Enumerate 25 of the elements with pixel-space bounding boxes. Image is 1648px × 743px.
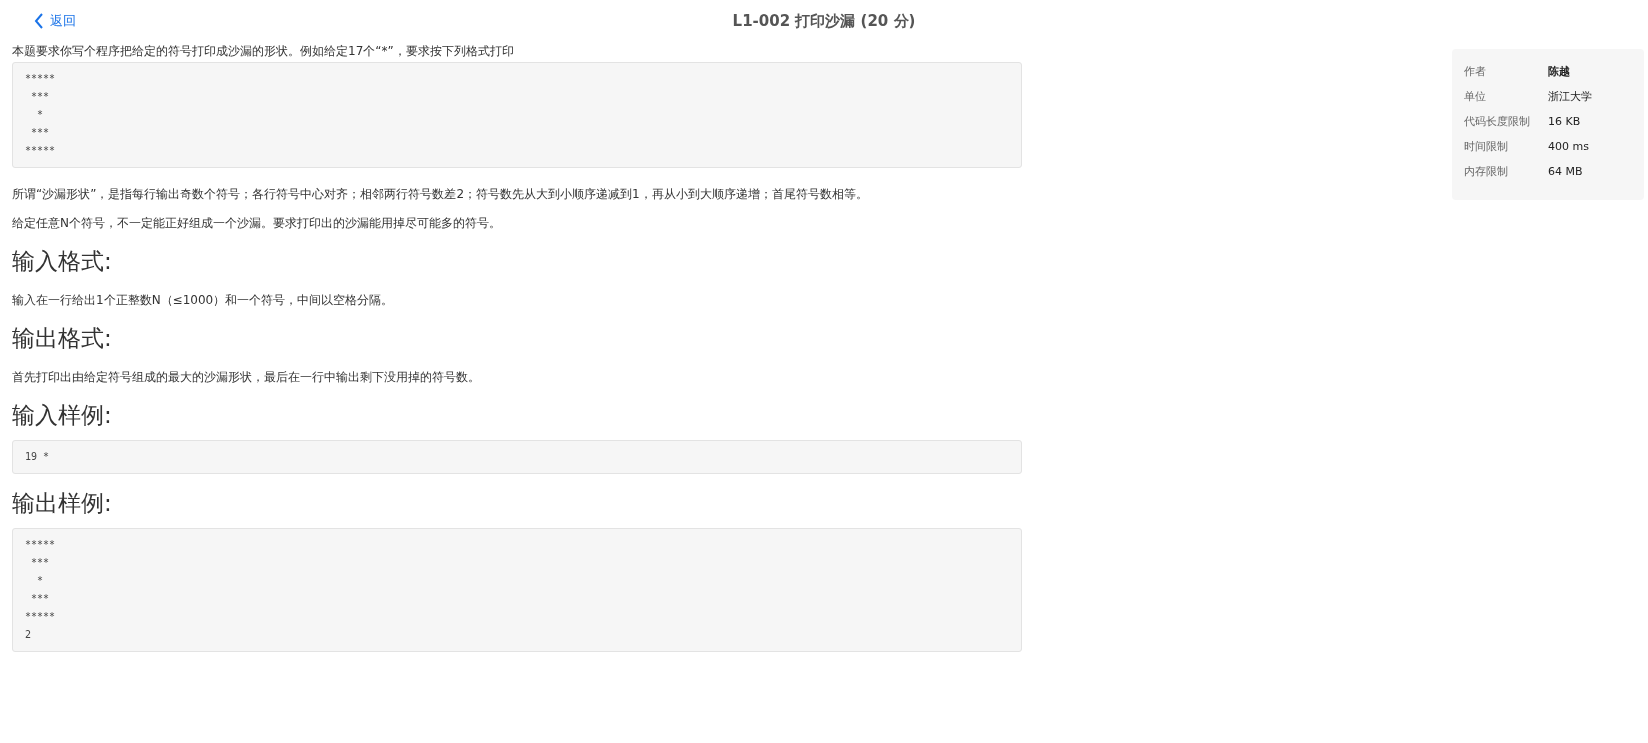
info-value: 浙江大学 xyxy=(1548,89,1592,105)
section-heading: 输入样例: xyxy=(12,401,113,430)
code-block: 19 * xyxy=(12,440,1022,474)
info-label: 单位 xyxy=(1464,89,1487,105)
code-block: ***** *** * *** ***** 2 xyxy=(12,528,1022,652)
paragraph: 首先打印出由给定符号组成的最大的沙漏形状，最后在一行中输出剩下没用掉的符号数。 xyxy=(12,369,481,386)
info-value: 16 KB xyxy=(1548,114,1581,130)
section-heading: 输入格式: xyxy=(12,247,113,276)
info-value: 64 MB xyxy=(1548,164,1583,180)
paragraph: 给定任意N个符号，不一定能正好组成一个沙漏。要求打印出的沙漏能用掉尽可能多的符号。 xyxy=(12,215,502,232)
chevron-left-icon xyxy=(34,13,44,29)
paragraph: 所谓“沙漏形状”，是指每行输出奇数个符号；各行符号中心对齐；相邻两行符号数差2；符号数先从大到小顺序递减到1，再从小到大顺序递增；首尾符号数相等。 xyxy=(12,186,869,203)
info-label: 内存限制 xyxy=(1464,164,1509,180)
section-heading: 输出格式: xyxy=(12,324,113,353)
section-heading: 输出样例: xyxy=(12,489,113,518)
problem-title: L1-002 打印沙漏 (20 分) xyxy=(732,11,916,31)
info-value: 400 ms xyxy=(1548,139,1589,155)
info-label: 作者 xyxy=(1464,64,1487,80)
info-label: 时间限制 xyxy=(1464,139,1509,155)
paragraph: 输入在一行给出1个正整数N（≤1000）和一个符号，中间以空格分隔。 xyxy=(12,292,395,309)
info-label: 代码长度限制 xyxy=(1464,114,1531,130)
paragraph: 本题要求你写个程序把给定的符号打印成沙漏的形状。例如给定17个“*”，要求按下列格式打印 xyxy=(12,43,515,60)
code-block: ***** *** * *** ***** xyxy=(12,62,1022,168)
info-value: 陈越 xyxy=(1548,64,1570,80)
back-link[interactable]: 返回 xyxy=(34,12,76,30)
